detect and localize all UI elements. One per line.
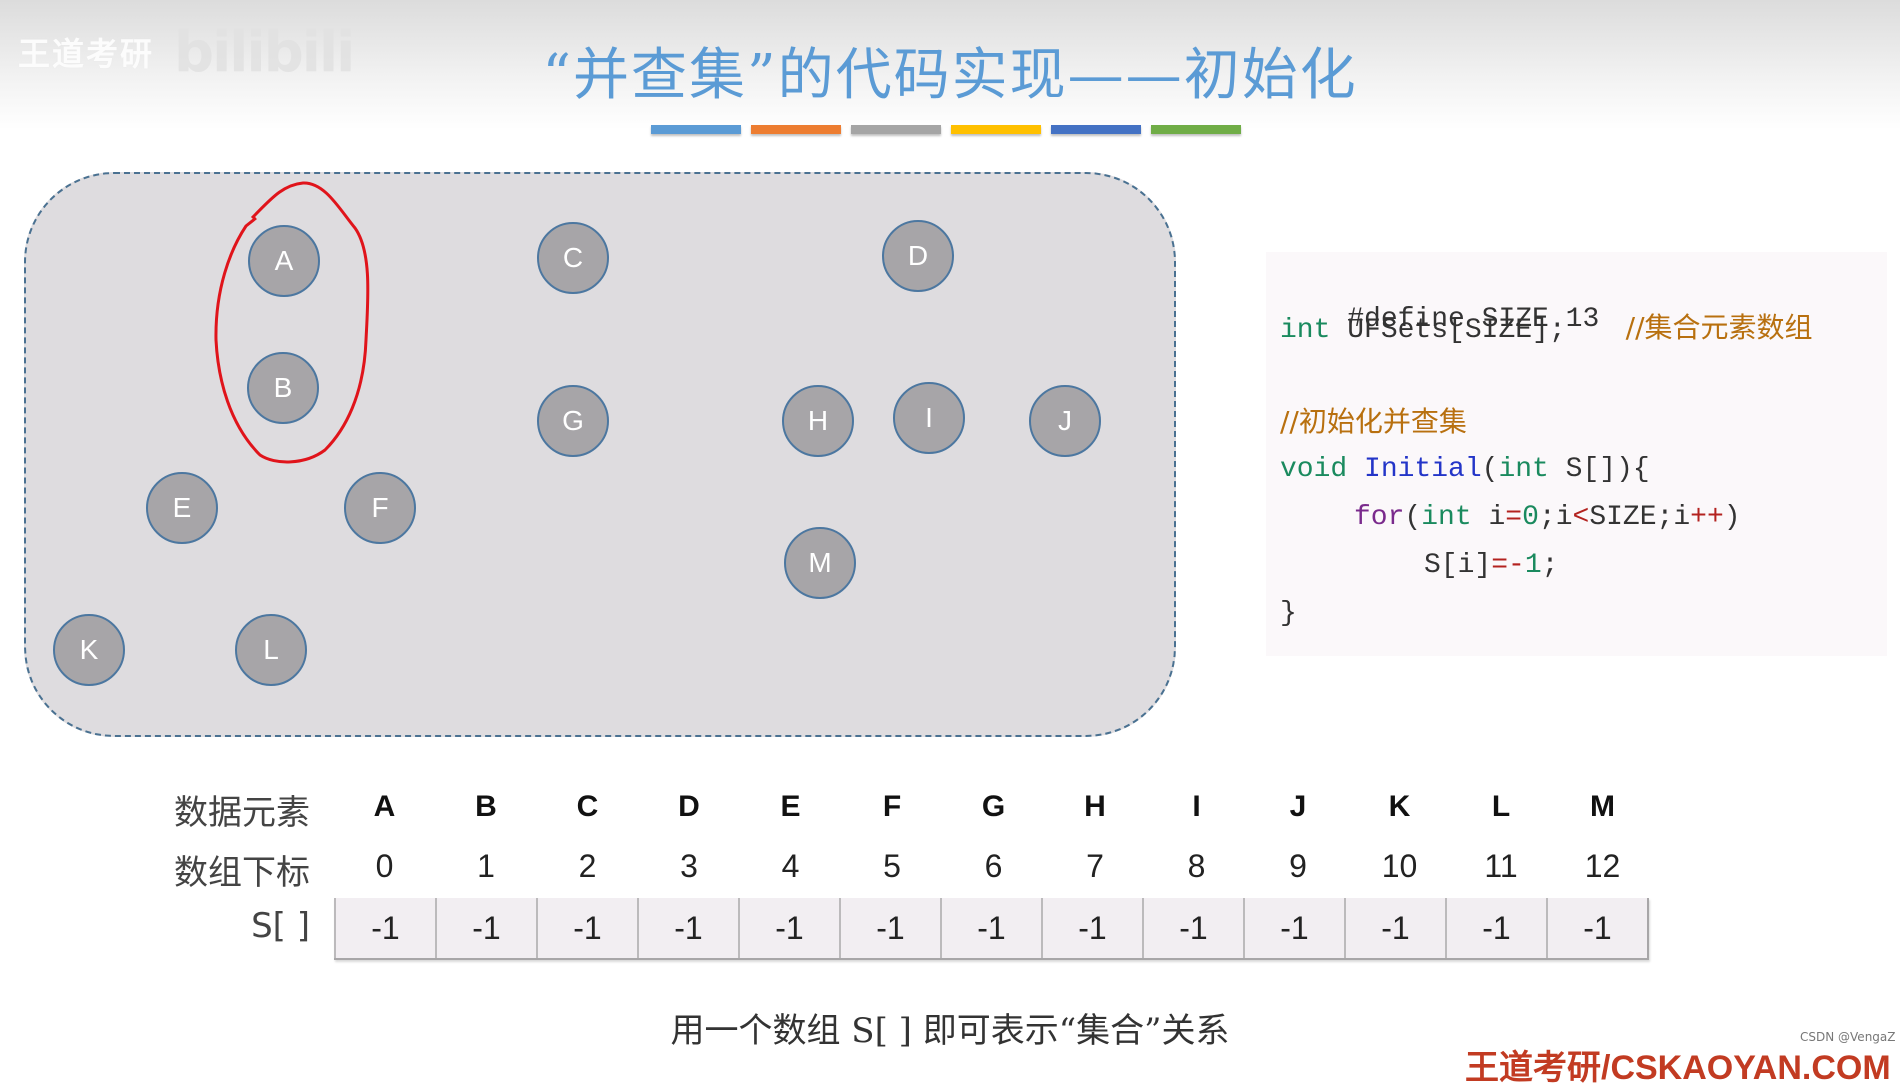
element-cell: A — [373, 790, 396, 823]
element-cell: I — [1192, 790, 1201, 823]
code-line-assign: S[i]=-1; — [1424, 546, 1558, 586]
element-cell: G — [981, 790, 1006, 823]
code-text: ; — [1541, 550, 1559, 581]
code-text: ;i — [1538, 502, 1573, 533]
row-label-indices: 数组下标 — [174, 853, 310, 893]
node-l: L — [235, 614, 307, 686]
index-cell: 4 — [781, 848, 800, 884]
number: 0 — [1522, 502, 1539, 533]
function-name: Initial — [1347, 454, 1482, 485]
code-text: S[i] — [1424, 550, 1492, 581]
element-cell: F — [882, 790, 902, 823]
paren: ( — [1481, 454, 1499, 485]
s-value-cell: -1 — [738, 898, 839, 958]
color-bars — [651, 125, 1241, 134]
operator: < — [1572, 502, 1590, 533]
row-label-s: S[ ] — [251, 906, 310, 946]
comment-ufsets: //集合元素数组 — [1625, 311, 1813, 344]
loop-var: i — [1471, 502, 1506, 533]
node-c: C — [537, 222, 609, 294]
code-line-close: } — [1280, 594, 1297, 634]
node-h: H — [782, 385, 854, 457]
node-g: G — [537, 385, 609, 457]
index-cell: 2 — [578, 848, 597, 884]
color-bar — [751, 125, 841, 134]
s-value-cell: -1 — [637, 898, 738, 958]
index-cell: 8 — [1187, 848, 1206, 884]
color-bar — [1051, 125, 1141, 134]
s-value-cell: -1 — [1243, 898, 1344, 958]
color-bar — [651, 125, 741, 134]
operator: ++ — [1690, 502, 1724, 533]
operator: =- — [1491, 550, 1525, 581]
node-b: B — [247, 352, 319, 424]
paren: ( — [1404, 502, 1422, 533]
element-cell: C — [576, 790, 599, 823]
code-line-initial: void Initial(int S[]){ — [1280, 450, 1650, 490]
s-value-cell: -1 — [1142, 898, 1243, 958]
node-f: F — [344, 472, 416, 544]
footer-brand: 王道考研/CSKAOYAN.COM — [1465, 1049, 1891, 1087]
keyword-void: void — [1280, 454, 1348, 485]
row-label-elements: 数据元素 — [174, 793, 310, 833]
index-cell: 11 — [1484, 848, 1518, 884]
index-cell: 7 — [1086, 848, 1104, 884]
index-cell: 0 — [375, 848, 394, 884]
node-i: I — [893, 382, 965, 454]
index-cell: 9 — [1289, 848, 1307, 884]
index-cell: 1 — [477, 848, 495, 884]
param: S[]){ — [1548, 454, 1650, 485]
element-cell: E — [780, 790, 801, 823]
index-cell: 12 — [1584, 848, 1621, 884]
operator: = — [1505, 502, 1523, 533]
s-value-cell: -1 — [1445, 898, 1546, 958]
s-value-cell: -1 — [334, 898, 435, 958]
csdn-watermark: CSDN @VengaZ — [1800, 1030, 1896, 1044]
closing-brace: } — [1280, 598, 1297, 629]
code-text: SIZE;i — [1589, 502, 1691, 533]
s-array-row: -1 -1 -1 -1 -1 -1 -1 -1 -1 -1 -1 -1 -1 — [334, 898, 1649, 960]
keyword-int: int — [1421, 502, 1472, 533]
keyword-for: for — [1354, 502, 1405, 533]
color-bar — [951, 125, 1041, 134]
s-value-cell: -1 — [1041, 898, 1142, 958]
color-bar — [1151, 125, 1241, 134]
index-cell: 6 — [984, 848, 1003, 884]
s-value-cell: -1 — [536, 898, 637, 958]
keyword-int: int — [1280, 315, 1331, 346]
paren: ) — [1723, 502, 1741, 533]
element-cell: M — [1590, 790, 1615, 823]
s-value-cell: -1 — [435, 898, 536, 958]
code-line-ufsets: int UFSets[SIZE]; //集合元素数组 — [1280, 308, 1813, 348]
node-d: D — [882, 220, 954, 292]
comment-initial: //初始化并查集 — [1280, 405, 1467, 438]
element-cell: B — [475, 790, 497, 823]
node-j: J — [1029, 385, 1101, 457]
code-line-comment-init: //初始化并查集 — [1280, 402, 1467, 442]
element-cell: J — [1289, 790, 1307, 823]
s-value-cell: -1 — [1546, 898, 1647, 958]
s-value-cell: -1 — [839, 898, 940, 958]
code-line-for: for(int i=0;i<SIZE;i++) — [1354, 498, 1741, 538]
keyword-int: int — [1498, 454, 1549, 485]
color-bar — [851, 125, 941, 134]
slide-title: “并查集”的代码实现——初始化 — [542, 43, 1358, 108]
node-a: A — [248, 225, 320, 297]
index-cell: 10 — [1381, 848, 1418, 884]
element-cell: D — [678, 790, 700, 823]
node-m: M — [784, 527, 856, 599]
element-cell: L — [1491, 790, 1511, 823]
code-line-define: #define SIZE 13 — [1280, 260, 1599, 335]
s-value-cell: -1 — [940, 898, 1041, 958]
index-cell: 3 — [680, 848, 698, 884]
number: 1 — [1524, 550, 1542, 581]
code-block: #define SIZE 13 int UFSets[SIZE]; //集合元素数… — [1266, 252, 1887, 656]
node-e: E — [146, 472, 218, 544]
node-k: K — [53, 614, 125, 686]
s-value-cell: -1 — [1344, 898, 1445, 958]
ufsets-decl: UFSets[SIZE]; — [1330, 315, 1566, 346]
element-cell: H — [1084, 790, 1106, 823]
index-cell: 5 — [883, 848, 901, 884]
element-cell: K — [1388, 790, 1411, 823]
